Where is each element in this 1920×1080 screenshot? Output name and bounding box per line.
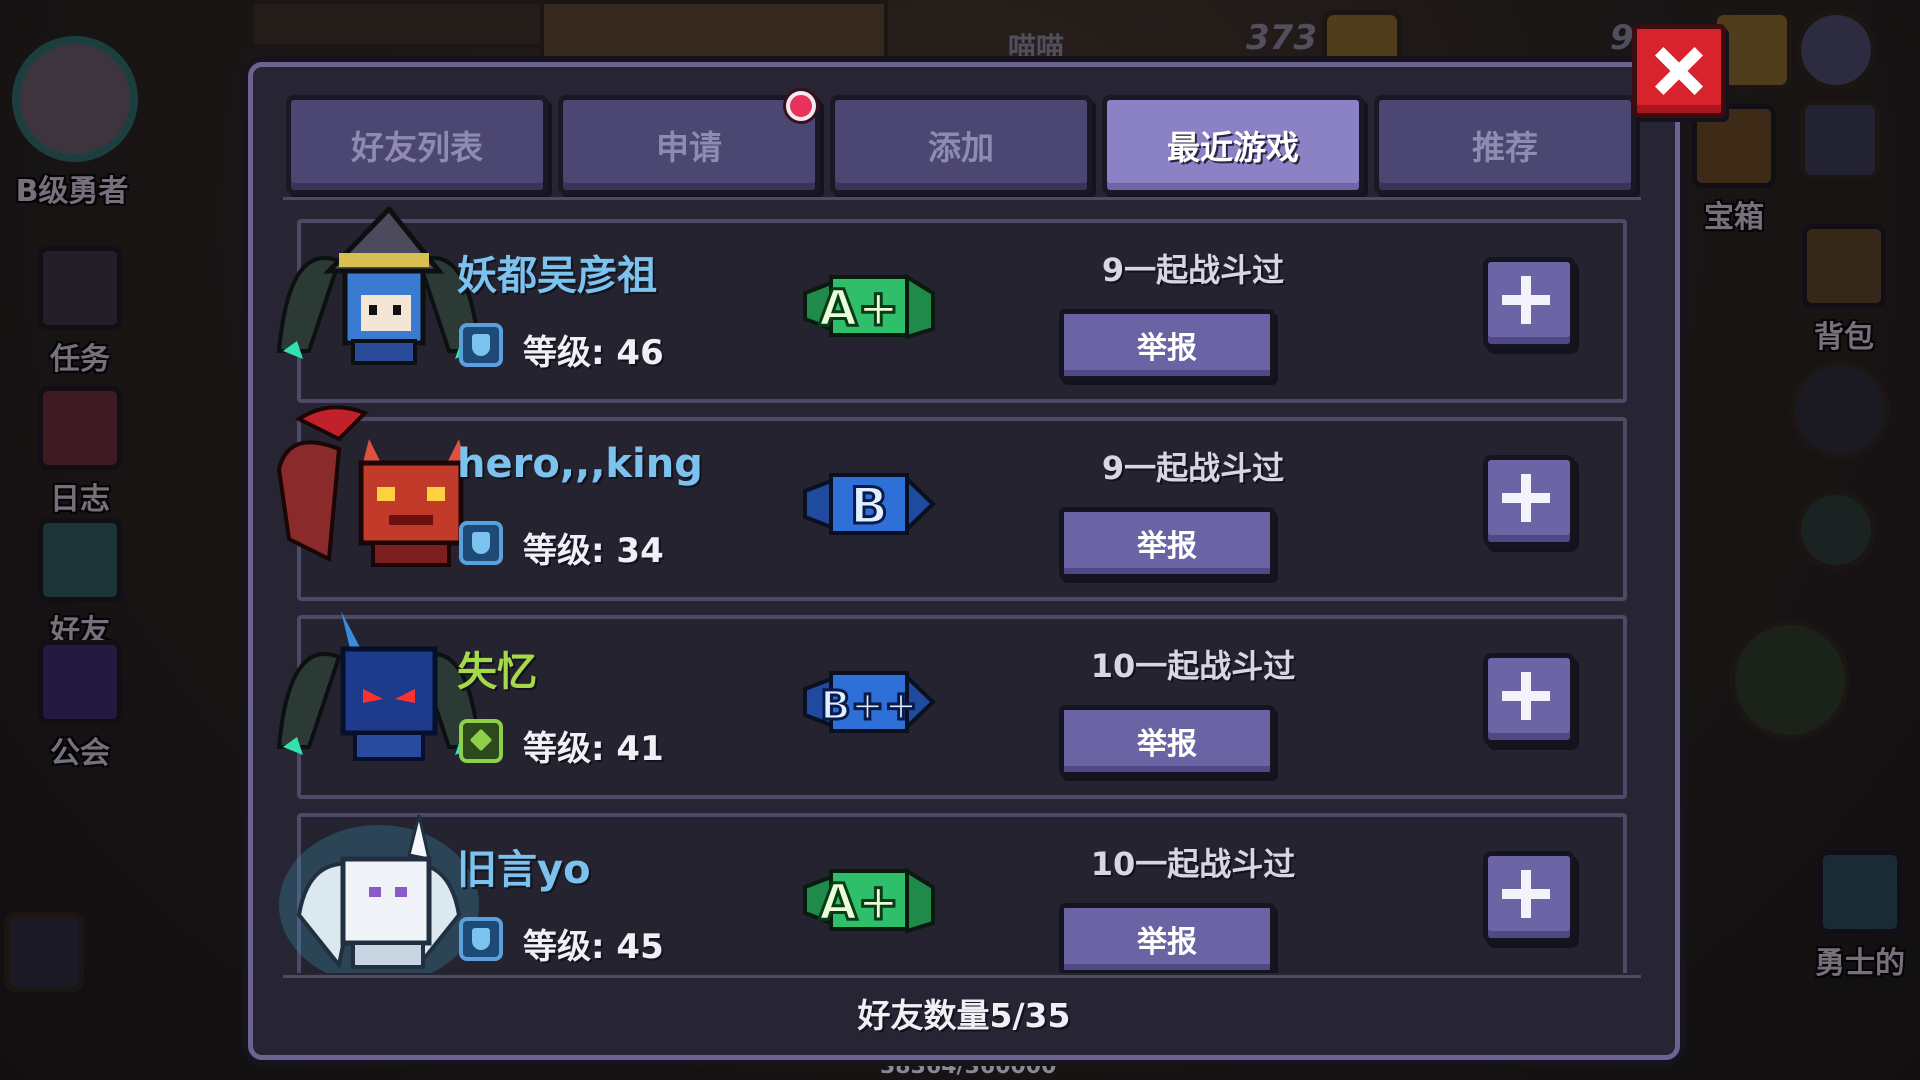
divider: [283, 197, 1641, 200]
rank-letter: A+: [819, 279, 900, 337]
divider: [283, 975, 1641, 978]
friend-level: 等级: 41: [523, 729, 664, 769]
friend-list: 妖都吴彦祖 等级: 46 A+ 9一起战斗过 举报 hero,,,king 等级…: [253, 207, 1675, 973]
battle-history: 10一起战斗过: [1090, 845, 1296, 883]
sword-icon: [459, 719, 503, 763]
list-item: 妖都吴彦祖 等级: 46 A+ 9一起战斗过 举报: [276, 207, 1627, 403]
tab-requests[interactable]: 申请: [558, 95, 820, 195]
add-friend-button[interactable]: [1483, 257, 1575, 349]
close-button[interactable]: [1632, 24, 1726, 118]
friend-level: 等级: 45: [523, 927, 664, 967]
shield-icon: [459, 521, 503, 565]
report-button[interactable]: 举报: [1059, 309, 1275, 381]
friend-level: 等级: 46: [523, 333, 664, 373]
wizard-hat-avatar: [276, 207, 482, 365]
battle-history: 10一起战斗过: [1090, 647, 1296, 685]
list-item: hero,,,king 等级: 34 B 9一起战斗过 举报: [276, 405, 1627, 601]
friend-name: 旧言yo: [457, 847, 591, 893]
report-button[interactable]: 举报: [1059, 507, 1275, 579]
rank-letter: A+: [819, 873, 900, 931]
add-friend-button[interactable]: [1483, 653, 1575, 745]
tab-recent-games[interactable]: 最近游戏: [1102, 95, 1364, 195]
battle-history: 9一起战斗过: [1101, 251, 1285, 289]
friend-name: hero,,,king: [457, 441, 703, 487]
tab-bar: 好友列表 申请 添加 最近游戏 推荐: [286, 91, 1638, 195]
tab-add[interactable]: 添加: [830, 95, 1092, 195]
red-demon-avatar: [276, 405, 467, 567]
report-button[interactable]: 举报: [1059, 705, 1275, 777]
rank-badge-b-plus-plus: B++: [803, 671, 936, 733]
friend-count: 好友数量5/35: [857, 996, 1071, 1035]
list-item: 失忆 等级: 41 B++ 10一起战斗过 举报: [276, 611, 1627, 799]
battle-history: 9一起战斗过: [1101, 449, 1285, 487]
rank-badge-a-plus: A+: [803, 867, 935, 934]
rank-letter: B: [850, 477, 888, 535]
add-friend-button[interactable]: [1483, 851, 1575, 943]
list-item: 旧言yo 等级: 45 A+ 10一起战斗过 举报: [279, 813, 1627, 973]
rank-letter: B++: [820, 683, 918, 729]
shield-icon: [459, 917, 503, 961]
friend-level: 等级: 34: [523, 531, 664, 571]
report-button[interactable]: 举报: [1059, 903, 1275, 973]
friends-dialog: 好友列表 申请 添加 最近游戏 推荐 妖都吴彦祖 等级: 46 A+ 9一起战斗…: [248, 62, 1680, 1060]
friend-name: 失忆: [457, 649, 537, 695]
friend-name: 妖都吴彦祖: [457, 253, 657, 299]
shield-icon: [459, 323, 503, 367]
add-friend-button[interactable]: [1483, 455, 1575, 547]
notification-dot: [786, 91, 816, 121]
tab-recommended[interactable]: 推荐: [1374, 95, 1636, 195]
blue-knight-avatar: [276, 611, 482, 761]
tab-friend-list[interactable]: 好友列表: [286, 95, 548, 195]
rank-badge-a-plus: A+: [803, 273, 935, 340]
rank-badge-b: B: [803, 473, 936, 537]
white-spirit-avatar: [279, 814, 479, 973]
